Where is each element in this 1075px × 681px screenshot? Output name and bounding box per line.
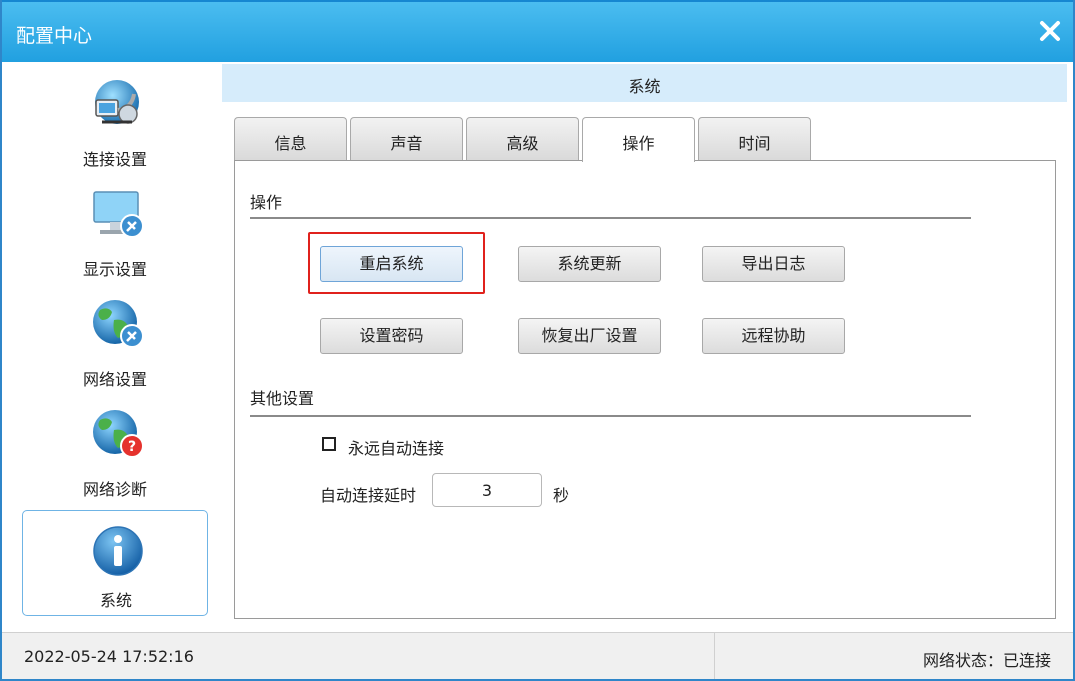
tab-label: 操作	[622, 134, 655, 153]
tab-operations[interactable]: 操作	[582, 117, 695, 162]
config-center-window: 配置中心 连接设置 显示设置 网络设置 ? 网络诊断 系统 系统 信息 声音 高…	[0, 0, 1075, 681]
window-frame	[0, 0, 1075, 681]
